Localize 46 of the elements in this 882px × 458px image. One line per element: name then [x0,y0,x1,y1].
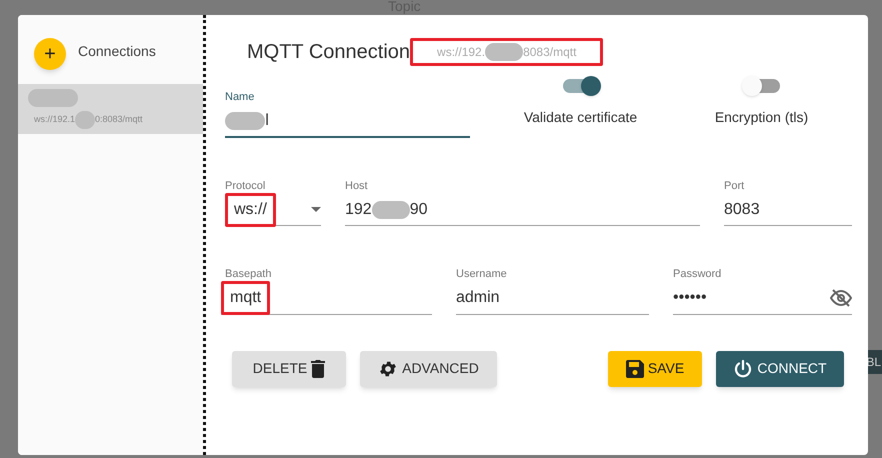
toggle-label: Validate certificate [524,108,638,127]
toggle-switch[interactable] [744,79,780,93]
field-label: Protocol [225,178,266,194]
toggle-switch[interactable] [562,79,598,93]
field-value: 192 [345,200,372,220]
delete-button[interactable]: DELETE [232,350,346,386]
input-field[interactable]: ǀ [225,106,470,138]
connect-button[interactable]: CONNECT [716,350,844,386]
input-field[interactable]: •••••• [673,282,852,314]
field-value: admin [456,288,500,308]
power-icon [733,358,754,378]
connection-url: 8083/mqtt [523,44,576,61]
eye-slash-icon [830,289,852,307]
field-label: Basepath [225,267,272,282]
trash-icon [311,360,326,378]
blurred-patch [28,89,78,107]
add-connection-button[interactable]: + [34,38,66,70]
connection-url: 0:8083/mqtt [95,113,143,126]
field-value: ws:// [234,200,267,220]
sidebar-title: Connections [78,42,156,60]
field-value: •••••• [673,288,708,308]
field-label: Host [345,178,369,194]
input-field[interactable]: admin [456,282,649,314]
field-label: Name [225,90,256,105]
field-value: ǀ [265,110,270,130]
connection-url: ws://192.1 [34,113,76,126]
blurred-patch [372,200,410,218]
field-value: mqtt [230,288,262,308]
dialog-title: MQTT Connection [247,40,410,65]
blurred-patch [75,111,96,129]
input-field[interactable]: 192 90 [345,194,700,226]
field-label: Password [673,267,722,282]
blurred-patch [485,43,524,61]
field-label: Port [724,178,746,194]
dropdown-field[interactable]: ws:// [225,194,321,226]
connection-url: ws://192. [437,44,486,61]
caret-icon [311,207,321,212]
field-value: 8083 [724,200,760,220]
toggle-label: Encryption (tls) [714,108,808,127]
advanced-button[interactable]: ADVANCED [360,350,497,386]
field-label: Username [456,267,508,282]
save-button[interactable]: SAVE [608,350,702,386]
blurred-patch [225,112,265,130]
field-value: 90 [410,200,428,220]
input-field[interactable]: 8083 [724,194,852,226]
input-field[interactable]: mqtt [221,282,432,314]
